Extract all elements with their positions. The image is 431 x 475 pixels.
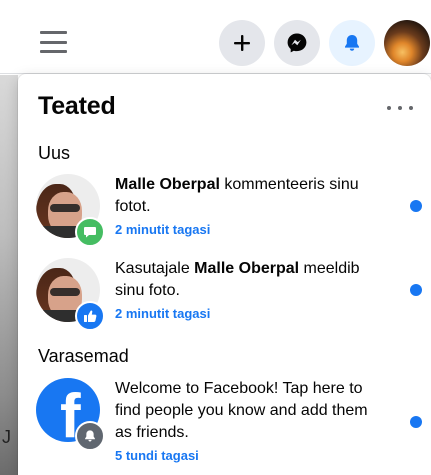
unread-dot [410, 284, 422, 296]
notification-actor: Malle Oberpal [115, 176, 220, 193]
more-options-icon[interactable] [387, 98, 413, 118]
notifications-button[interactable] [329, 20, 375, 66]
notifications-panel: Teated Uus Malle Oberpal kommenteeris si… [18, 74, 431, 475]
notification-text: Kasutajale Malle Oberpal meeldib sinu fo… [115, 258, 380, 325]
bell-icon [75, 421, 105, 451]
unread-dot [410, 200, 422, 212]
notification-item[interactable]: Kasutajale Malle Oberpal meeldib sinu fo… [32, 258, 422, 331]
bell-icon [345, 35, 359, 51]
panel-title: Teated [38, 92, 116, 120]
create-button[interactable] [219, 20, 265, 66]
top-bar [0, 0, 431, 74]
notification-actor: Malle Oberpal [194, 260, 300, 277]
like-icon [75, 301, 105, 331]
profile-avatar[interactable] [384, 20, 430, 66]
notification-item[interactable]: Malle Oberpal kommenteeris sinu fotot. 2… [32, 174, 422, 247]
menu-icon[interactable] [40, 31, 67, 53]
notification-text: Malle Oberpal kommenteeris sinu fotot. 2… [115, 174, 380, 241]
notification-time: 2 minutit tagasi [115, 306, 211, 321]
notification-text: Welcome to Facebook! Tap here to find pe… [115, 378, 380, 467]
section-earlier-label: Varasemad [38, 346, 129, 366]
notification-time: 5 tundi tagasi [115, 448, 199, 463]
comment-icon [75, 217, 105, 247]
messenger-button[interactable] [274, 20, 320, 66]
background-page [0, 75, 18, 475]
section-new-label: Uus [38, 143, 71, 163]
unread-dot [410, 416, 422, 428]
background-text: J [2, 427, 11, 447]
notification-item[interactable]: f Welcome to Facebook! Tap here to find … [32, 378, 422, 468]
notification-time: 2 minutit tagasi [115, 222, 211, 237]
messenger-icon [287, 33, 307, 53]
plus-icon [234, 35, 250, 51]
